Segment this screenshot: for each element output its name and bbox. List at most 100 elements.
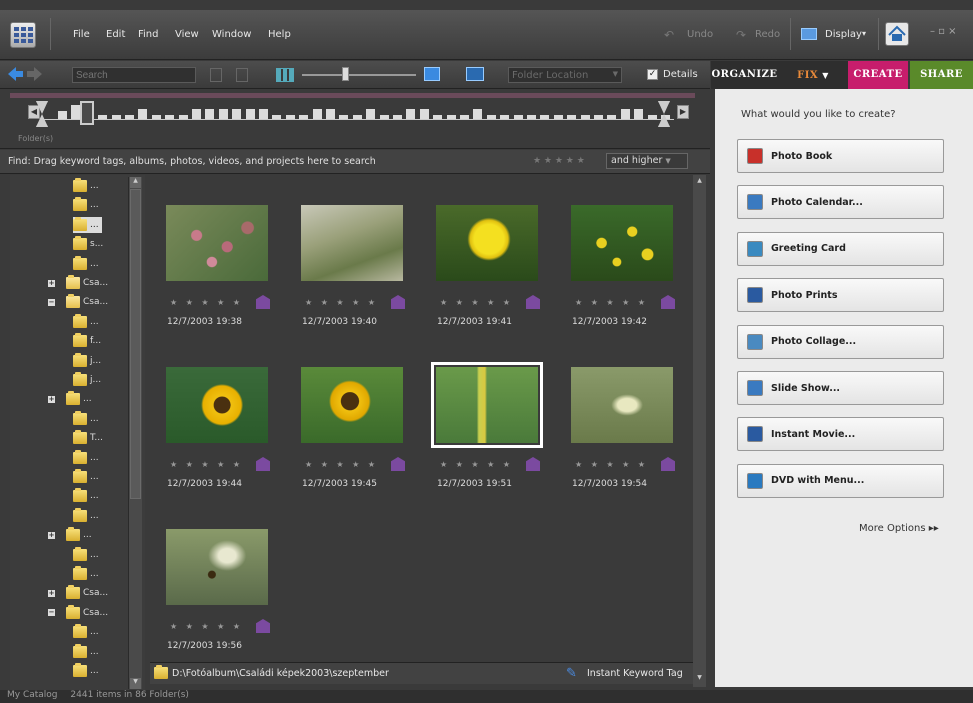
tag-icon[interactable] xyxy=(256,295,270,309)
zoom-slider[interactable] xyxy=(302,74,416,76)
tag-icon[interactable] xyxy=(256,619,270,633)
more-options-button[interactable]: More Options ▸▸ xyxy=(859,523,939,534)
menu-window[interactable]: Window xyxy=(212,29,251,40)
photo-collage-button[interactable]: Photo Collage... xyxy=(737,324,944,359)
forward-arrow-icon[interactable] xyxy=(26,65,44,83)
timeline-bar[interactable] xyxy=(553,115,563,119)
timeline-bar[interactable] xyxy=(245,109,255,119)
photo-rating[interactable]: ★ ★ ★ ★ ★ xyxy=(305,460,378,469)
display-button[interactable]: Display xyxy=(825,29,862,40)
dvd-with-menu-button[interactable]: DVD with Menu... xyxy=(737,463,944,498)
tag-icon[interactable] xyxy=(661,457,675,471)
tree-item[interactable]: ... xyxy=(73,469,99,485)
timeline-bar[interactable] xyxy=(500,115,510,119)
tree-item[interactable]: s... xyxy=(73,236,103,252)
menu-help[interactable]: Help xyxy=(268,29,291,40)
timeline-bar[interactable] xyxy=(138,109,148,119)
tab-create[interactable]: CREATE xyxy=(848,61,908,89)
timeline-right-arrow[interactable]: ▶ xyxy=(677,105,689,119)
tag-icon[interactable] xyxy=(391,295,405,309)
photo-rating[interactable]: ★ ★ ★ ★ ★ xyxy=(170,622,243,631)
tree-item[interactable]: ... xyxy=(73,449,99,466)
timeline-bar[interactable] xyxy=(366,109,376,119)
tree-item[interactable]: ... xyxy=(73,410,99,427)
collapse-icon[interactable]: − xyxy=(48,298,55,306)
tree-item[interactable]: + Csa... xyxy=(48,585,108,601)
app-menu-icon[interactable] xyxy=(10,22,36,48)
tree-item[interactable]: ... xyxy=(73,643,99,660)
tree-item[interactable]: ... xyxy=(73,507,99,524)
tree-item[interactable]: ... xyxy=(73,216,102,233)
timeline-range-marker[interactable] xyxy=(658,101,670,127)
tag-icon[interactable] xyxy=(391,457,405,471)
menu-edit[interactable]: Edit xyxy=(106,29,125,40)
timeline-bar[interactable] xyxy=(580,115,590,119)
redo-button[interactable]: Redo xyxy=(755,29,780,40)
timeline-bar[interactable] xyxy=(620,109,630,119)
photo-thumbnail[interactable] xyxy=(301,205,403,281)
tree-item[interactable]: ... xyxy=(73,488,99,504)
timeline-bar[interactable] xyxy=(326,109,335,119)
timeline-bar[interactable] xyxy=(232,109,242,119)
single-view-icon[interactable] xyxy=(424,67,440,81)
slideshow-icon[interactable] xyxy=(466,67,484,81)
photo-calendar-button[interactable]: Photo Calendar... xyxy=(737,185,944,220)
tree-item[interactable]: − Csa... xyxy=(48,604,108,621)
scroll-down-arrow[interactable]: ▼ xyxy=(694,674,705,685)
photo-rating[interactable]: ★ ★ ★ ★ ★ xyxy=(170,460,243,469)
zoom-slider-handle[interactable] xyxy=(342,67,349,81)
photo-rating[interactable]: ★ ★ ★ ★ ★ xyxy=(305,298,378,307)
menu-find[interactable]: Find xyxy=(138,29,159,40)
tree-item[interactable]: j... xyxy=(73,372,101,388)
timeline-bar[interactable] xyxy=(433,115,443,119)
tag-icon[interactable] xyxy=(256,457,270,471)
photo-thumbnail[interactable] xyxy=(166,367,268,443)
photo-thumbnail[interactable] xyxy=(166,529,268,605)
timeline-selection[interactable] xyxy=(80,101,94,125)
catalog-name[interactable]: My Catalog xyxy=(7,690,58,700)
photo-thumbnail[interactable] xyxy=(571,205,673,281)
tree-item[interactable]: ... xyxy=(73,178,99,194)
timeline-left-arrow[interactable]: ◀ xyxy=(28,105,40,119)
tree-item[interactable]: f... xyxy=(73,333,101,349)
photo-thumbnail[interactable] xyxy=(301,367,403,443)
tree-item[interactable]: +... xyxy=(48,527,92,543)
instant-keyword-tag-button[interactable]: Instant Keyword Tag xyxy=(587,668,683,679)
timeline-bar[interactable] xyxy=(178,115,188,119)
expand-icon[interactable]: + xyxy=(48,395,55,403)
timeline-bar[interactable] xyxy=(312,109,322,119)
expand-icon[interactable]: + xyxy=(48,279,55,287)
grid-scrollbar[interactable]: ▲ ▼ xyxy=(693,175,706,687)
tree-item[interactable]: ... xyxy=(73,197,99,213)
tree-item[interactable]: T... xyxy=(73,430,103,446)
scroll-up-arrow[interactable]: ▲ xyxy=(130,177,141,188)
photo-rating[interactable]: ★ ★ ★ ★ ★ xyxy=(170,298,243,307)
expand-icon[interactable]: + xyxy=(48,531,55,539)
tree-item[interactable]: + Csa... xyxy=(48,275,108,291)
rating-filter[interactable]: ★ ★ ★ ★ ★ xyxy=(533,156,585,166)
find-bar[interactable]: Find: Drag keyword tags, albums, photos,… xyxy=(0,150,710,174)
timeline-bar[interactable] xyxy=(540,115,550,119)
instant-movie-button[interactable]: Instant Movie... xyxy=(737,417,944,452)
tag-icon[interactable] xyxy=(526,295,540,309)
photo-prints-button[interactable]: Photo Prints xyxy=(737,278,944,313)
tree-item[interactable]: ... xyxy=(73,624,99,640)
timeline-bar[interactable] xyxy=(473,109,483,119)
photo-thumbnail[interactable] xyxy=(436,205,538,281)
search-input[interactable] xyxy=(72,67,196,83)
timeline-bar[interactable] xyxy=(527,115,536,119)
photo-book-button[interactable]: Photo Book xyxy=(737,139,944,173)
photo-rating[interactable]: ★ ★ ★ ★ ★ xyxy=(440,298,513,307)
photo-thumbnail[interactable] xyxy=(571,367,673,443)
timeline[interactable]: ◀ ▶ Folder(s) xyxy=(0,89,710,149)
tree-item[interactable]: ... xyxy=(73,313,99,330)
menu-view[interactable]: View xyxy=(175,29,199,40)
greeting-card-button[interactable]: Greeting Card xyxy=(737,231,944,266)
photo-thumbnail[interactable] xyxy=(431,362,543,448)
rotate-right-icon[interactable] xyxy=(236,68,248,82)
tree-item[interactable]: +... xyxy=(48,391,92,407)
scroll-down-arrow[interactable]: ▼ xyxy=(130,678,141,689)
timeline-bar[interactable] xyxy=(98,115,108,119)
timeline-bar[interactable] xyxy=(419,109,429,119)
timeline-bar[interactable] xyxy=(379,115,389,119)
